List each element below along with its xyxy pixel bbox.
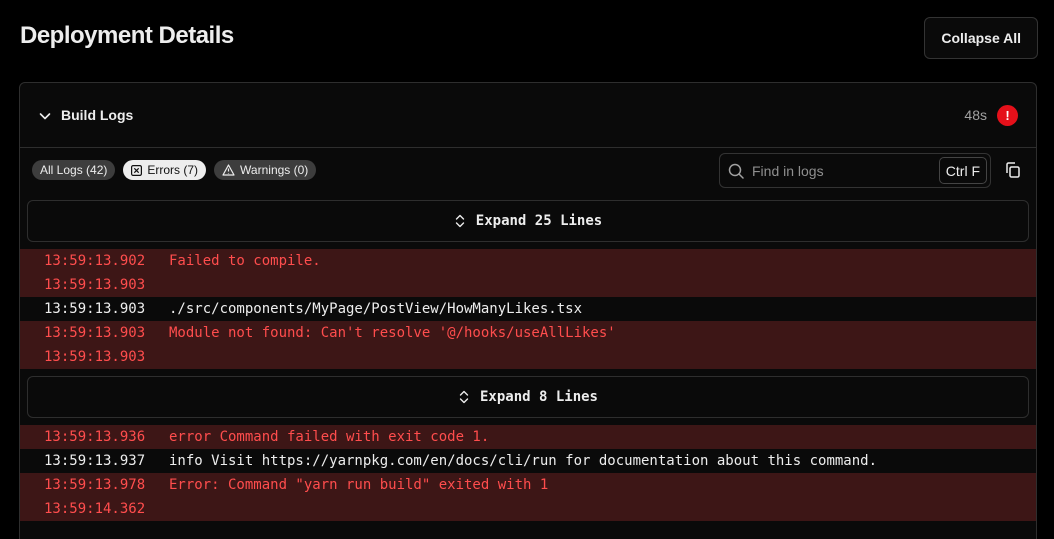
log-message: error Command failed with exit code 1.	[169, 429, 490, 445]
log-time: 13:59:13.902	[44, 253, 146, 269]
close-box-icon	[131, 164, 143, 176]
chevron-up-down-icon	[455, 214, 464, 228]
build-logs-header[interactable]: Build Logs 48s !	[20, 83, 1036, 148]
log-line: 13:59:14.362	[20, 497, 1036, 521]
log-line: 13:59:13.937 info Visit https://yarnpkg.c…	[20, 449, 1036, 473]
search-icon	[728, 163, 744, 179]
filter-warnings-label: Warnings (0)	[240, 163, 309, 177]
expand-label: Expand 25 Lines	[475, 213, 603, 229]
log-time: 13:59:13.978	[44, 477, 146, 493]
log-line: 13:59:13.903 ./src/components/MyPage/Post…	[20, 297, 1036, 321]
search-input[interactable]	[752, 160, 932, 181]
filter-errors[interactable]: Errors (7)	[123, 160, 207, 180]
expand-lines-button[interactable]: Expand 8 Lines	[27, 376, 1029, 418]
panel-title: Build Logs	[61, 107, 134, 123]
chevron-down-icon[interactable]	[38, 109, 52, 123]
filter-all-logs[interactable]: All Logs (42)	[32, 160, 116, 180]
expand-lines-button[interactable]: Expand 25 Lines	[27, 200, 1029, 242]
log-time: 13:59:13.937	[44, 453, 146, 469]
log-line: 13:59:13.903	[20, 273, 1036, 297]
log-line: 13:59:13.936 error Command failed with ex…	[20, 425, 1036, 449]
log-filters: All Logs (42) Errors (7) Warnings (0)	[32, 160, 317, 180]
log-time: 13:59:13.903	[44, 277, 146, 293]
expand-label: Expand 8 Lines	[479, 389, 598, 405]
chevron-up-down-icon	[459, 390, 469, 404]
log-search: Ctrl F	[719, 153, 991, 188]
warning-icon	[222, 164, 235, 176]
log-line: 13:59:13.978 Error: Command "yarn run bui…	[20, 473, 1036, 497]
build-logs-panel: Build Logs 48s ! All Logs (42) Errors (7…	[19, 82, 1037, 539]
log-message: info Visit https://yarnpkg.com/en/docs/c…	[169, 453, 878, 469]
log-time: 13:59:13.903	[44, 349, 146, 365]
log-time: 13:59:13.903	[44, 301, 146, 317]
log-message: Error: Command "yarn run build" exited w…	[169, 477, 549, 493]
log-line: 13:59:13.902 Failed to compile.	[20, 249, 1036, 273]
log-line: 13:59:13.903	[20, 345, 1036, 369]
page-header: Deployment Details Collapse All	[20, 0, 1038, 80]
log-time: 13:59:13.936	[44, 429, 146, 445]
log-message: Module not found: Can't resolve '@/hooks…	[169, 325, 616, 341]
log-message: Failed to compile.	[169, 253, 321, 269]
search-shortcut: Ctrl F	[938, 157, 987, 184]
build-duration: 48s	[964, 107, 987, 123]
page-title: Deployment Details	[20, 22, 234, 49]
log-message: ./src/components/MyPage/PostView/HowMany…	[169, 301, 583, 317]
log-time: 13:59:14.362	[44, 501, 146, 517]
filter-warnings[interactable]: Warnings (0)	[214, 160, 317, 180]
filter-errors-label: Errors (7)	[147, 163, 199, 177]
log-line: 13:59:13.903 Module not found: Can't reso…	[20, 321, 1036, 345]
collapse-all-button[interactable]: Collapse All	[924, 17, 1038, 59]
log-time: 13:59:13.903	[44, 325, 146, 341]
copy-icon[interactable]	[1004, 161, 1022, 179]
alert-icon: !	[997, 105, 1018, 126]
